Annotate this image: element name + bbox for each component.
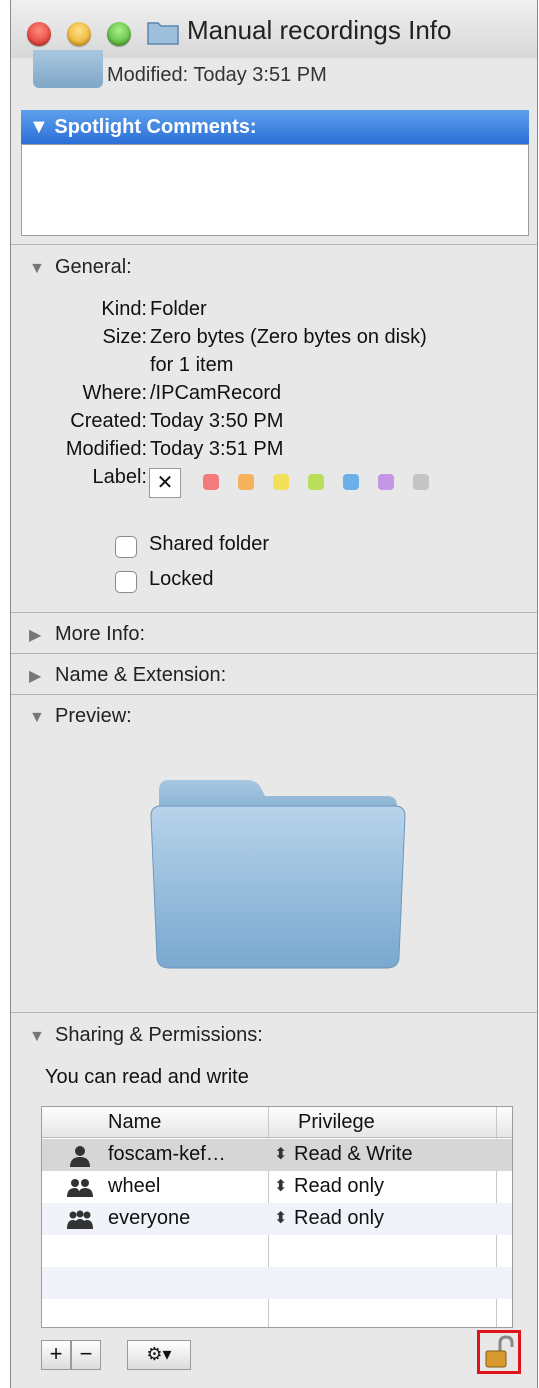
disclosure-open-icon: ▼ (29, 709, 45, 726)
table-row-empty (42, 1235, 512, 1267)
stepper-icon[interactable]: ⬍ (274, 1208, 287, 1228)
column-name-header[interactable]: Name (108, 1111, 161, 1134)
disclosure-open-icon: ▼ (29, 260, 45, 277)
disclosure-open-icon: ▼ (29, 1028, 45, 1045)
section-name-extension[interactable]: ▶ Name & Extension: (29, 664, 226, 687)
group-icon (67, 1179, 93, 1197)
shared-folder-checkbox[interactable] (115, 536, 137, 558)
shared-folder-label: Shared folder (149, 533, 270, 555)
label-color-red[interactable] (203, 474, 219, 490)
disclosure-closed-icon: ▶ (29, 668, 42, 685)
close-button[interactable] (27, 22, 51, 46)
minimize-button[interactable] (67, 22, 91, 46)
table-header: Name Privilege (42, 1107, 512, 1138)
label-color-purple[interactable] (378, 474, 394, 490)
table-row[interactable]: wheel ⬍ Read only (42, 1171, 512, 1203)
disclosure-closed-icon: ▶ (29, 627, 42, 644)
folder-icon (33, 50, 103, 88)
label-color-orange[interactable] (238, 474, 254, 490)
user-icon (70, 1146, 90, 1167)
everyone-icon (67, 1210, 93, 1229)
table-row[interactable]: foscam-kef… ⬍ Read & Write (42, 1139, 512, 1171)
divider (11, 694, 537, 695)
label-color-green[interactable] (308, 474, 324, 490)
locked-checkbox[interactable] (115, 571, 137, 593)
section-more-info[interactable]: ▶ More Info: (29, 623, 145, 646)
permissions-note: You can read and write (45, 1066, 249, 1088)
info-window: Manual recordings Info Modified: Today 3… (10, 0, 538, 1388)
window-title: Manual recordings Info (187, 15, 452, 45)
remove-button[interactable]: − (71, 1340, 101, 1370)
header-modified: Modified: Today 3:51 PM (107, 64, 327, 86)
label-color-gray[interactable] (413, 474, 429, 490)
stepper-icon[interactable]: ⬍ (274, 1144, 287, 1164)
table-row-empty (42, 1299, 512, 1327)
action-menu-button[interactable]: ⚙▾ (127, 1340, 191, 1370)
section-preview[interactable]: ▼ Preview: (29, 705, 132, 728)
stepper-icon[interactable]: ⬍ (274, 1176, 287, 1196)
section-sharing-permissions[interactable]: ▼ Sharing & Permissions: (29, 1024, 263, 1047)
divider (11, 612, 537, 613)
folder-icon (147, 22, 179, 45)
label-color-yellow[interactable] (273, 474, 289, 490)
unlocked-padlock-icon (485, 1335, 514, 1368)
lock-icon[interactable] (477, 1330, 521, 1374)
column-privilege-header[interactable]: Privilege (298, 1111, 375, 1134)
table-row-empty (42, 1267, 512, 1299)
table-row[interactable]: everyone ⬍ Read only (42, 1203, 512, 1235)
spotlight-comments-header[interactable]: ▼ Spotlight Comments: (21, 110, 529, 144)
label-none-button[interactable]: ✕ (149, 468, 181, 498)
folder-preview-icon (150, 780, 406, 969)
divider (11, 653, 537, 654)
divider (11, 244, 537, 245)
divider (11, 1012, 537, 1013)
locked-label: Locked (149, 568, 214, 590)
spotlight-comments-field[interactable] (21, 144, 529, 236)
section-general[interactable]: ▼ General: (29, 256, 132, 279)
add-button[interactable]: + (41, 1340, 71, 1370)
permissions-table[interactable]: Name Privilege foscam-kef… ⬍ Read & Writ… (41, 1106, 513, 1328)
label-color-blue[interactable] (343, 474, 359, 490)
zoom-button[interactable] (107, 22, 131, 46)
